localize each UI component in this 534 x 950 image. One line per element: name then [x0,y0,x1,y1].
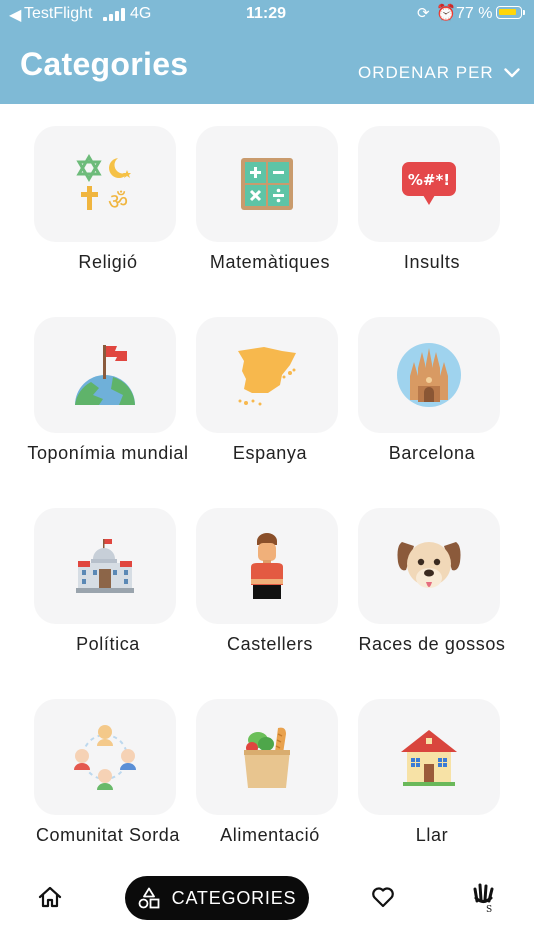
page-title: Categories [20,46,189,82]
house-icon [401,730,457,786]
government-building-icon [76,539,134,593]
category-tile [34,317,176,433]
category-tile [196,508,338,624]
flag-on-globe-icon [75,345,135,405]
chevron-down-icon [503,68,520,78]
back-to-app-icon[interactable]: ◀ [9,5,21,25]
category-tile [358,508,500,624]
shapes-icon [138,887,160,909]
casteller-person-icon [251,533,283,599]
nav-categories-label: CATEGORIES [171,887,297,908]
category-tile: ॐ [34,126,176,242]
category-label: Barcelona [388,443,476,463]
category-tile: %#*! [358,126,500,242]
status-time: 11:29 [246,5,287,22]
community-people-icon [74,725,136,790]
sagrada-familia-icon [397,343,461,407]
nav-home-button[interactable] [38,886,62,913]
svg-text:%#*!: %#*! [408,171,450,189]
app-header: ◀ TestFlight 4G 11:29 ⟳ ⏰ 77 % Categorie… [0,0,534,104]
bottom-navigation: CATEGORIES S [0,864,534,950]
grocery-bag-icon [244,727,290,788]
spain-map-icon [238,347,296,406]
sort-by-label: ORDENAR PER [358,63,494,82]
category-tile [34,508,176,624]
network-type: 4G [130,5,152,22]
category-label: Insults [403,252,461,272]
category-tile [34,699,176,815]
nav-favorites-button[interactable] [371,886,395,913]
battery-icon [496,6,525,19]
category-grid: ॐ Religió Matemàtiques %#*! Insults Topo… [0,104,534,864]
rotation-lock-icon: ⟳ [417,5,430,22]
nav-sign-language-button[interactable]: S [473,883,497,918]
category-tile [196,317,338,433]
signal-strength-icon [103,8,125,21]
carrier-name: TestFlight [24,5,93,22]
category-label: Llar [415,825,449,845]
home-icon [38,886,62,908]
battery-percentage: 77 % [456,5,493,22]
category-tile [196,126,338,242]
category-tile [196,699,338,815]
sign-language-hand-icon: S [473,883,494,915]
svg-text:S: S [486,905,492,913]
dog-face-icon [397,542,461,588]
heart-icon [372,887,394,908]
nav-categories-button[interactable]: CATEGORIES [125,876,309,920]
category-label: Races de gossos [358,634,506,654]
status-bar: ◀ TestFlight 4G 11:29 ⟳ ⏰ 77 % [0,0,534,28]
category-tile [358,699,500,815]
math-calculator-icon [241,158,293,210]
religion-symbols-icon: ॐ [76,154,132,214]
alarm-icon: ⏰ [436,5,456,22]
category-tile [358,317,500,433]
sort-by-button[interactable]: ORDENAR PER [358,63,520,83]
svg-text:ॐ: ॐ [108,190,128,214]
swear-speech-bubble-icon: %#*! [402,162,456,205]
